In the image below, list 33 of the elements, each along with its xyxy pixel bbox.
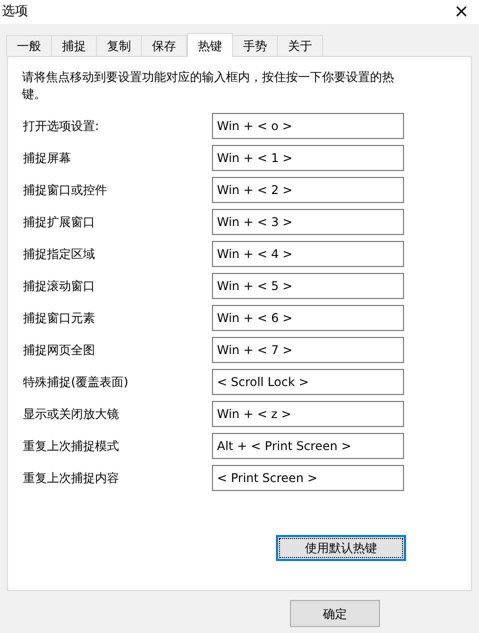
hotkey-label: 显示或关闭放大镜 bbox=[22, 406, 120, 423]
hotkey-label: 捕捉屏幕 bbox=[22, 150, 72, 167]
hotkey-field[interactable]: Win + < 6 > bbox=[212, 305, 404, 331]
hotkey-field[interactable]: Win + < z > bbox=[212, 401, 404, 427]
hotkey-label: 特殊捕捉(覆盖表面) bbox=[22, 374, 130, 391]
hotkey-field[interactable]: Win + < o > bbox=[212, 113, 404, 139]
hotkey-field[interactable]: Win + < 7 > bbox=[212, 337, 404, 363]
hotkey-field[interactable]: < Print Screen > bbox=[212, 465, 404, 491]
hotkey-label: 捕捉窗口元素 bbox=[22, 310, 96, 327]
hotkey-field[interactable]: Win + < 3 > bbox=[212, 209, 404, 235]
tab[interactable]: 热键 bbox=[187, 33, 233, 57]
instructions-text: 请将焦点移动到要设置功能对应的输入框内，按住按一下你要设置的热键。 bbox=[22, 69, 395, 103]
default-hotkeys-button[interactable]: 使用默认热键 bbox=[276, 535, 406, 561]
hotkey-label: 捕捉扩展窗口 bbox=[22, 214, 96, 231]
hotkey-field[interactable]: Win + < 4 > bbox=[212, 241, 404, 267]
hotkey-label: 捕捉窗口或控件 bbox=[22, 182, 108, 199]
hotkey-label: 重复上次捕捉内容 bbox=[22, 470, 120, 487]
hotkey-field[interactable]: Win + < 1 > bbox=[212, 145, 404, 171]
hotkey-field[interactable]: Win + < 5 > bbox=[212, 273, 404, 299]
tab[interactable]: 关于 bbox=[277, 35, 323, 56]
hotkey-label: 重复上次捕捉模式 bbox=[22, 438, 120, 455]
tab[interactable]: 一般 bbox=[6, 35, 52, 56]
hotkey-label: 打开选项设置: bbox=[22, 118, 100, 135]
ok-button[interactable]: 确定 bbox=[290, 600, 380, 627]
hotkey-label: 捕捉滚动窗口 bbox=[22, 278, 96, 295]
hotkey-label: 捕捉网页全图 bbox=[22, 342, 96, 359]
close-button[interactable]: × bbox=[454, 3, 469, 21]
hotkey-field[interactable]: < Scroll Lock > bbox=[212, 369, 404, 395]
tab[interactable]: 保存 bbox=[141, 35, 187, 56]
hotkey-field[interactable]: Win + < 2 > bbox=[212, 177, 404, 203]
hotkey-field[interactable]: Alt + < Print Screen > bbox=[212, 433, 404, 459]
hotkey-label: 捕捉指定区域 bbox=[22, 246, 96, 263]
window-title: 选项 bbox=[2, 3, 28, 22]
